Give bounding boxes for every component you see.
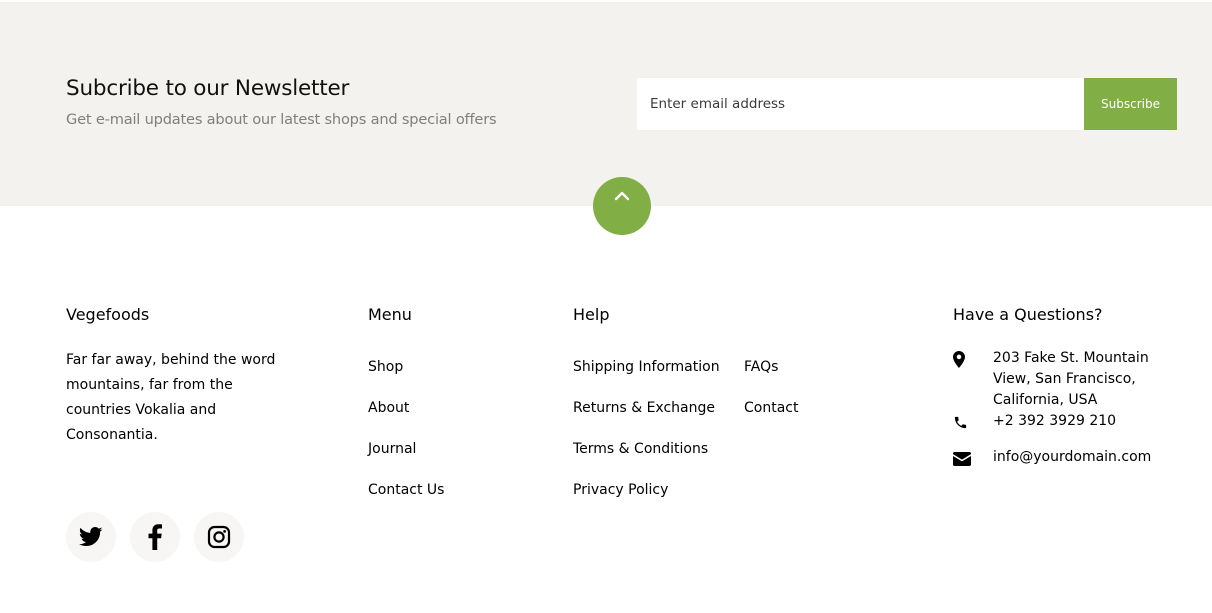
map-marker-icon bbox=[953, 351, 965, 368]
footer-menu-title: Menu bbox=[368, 305, 412, 324]
newsletter-form: Subscribe bbox=[637, 78, 1177, 130]
newsletter-subtitle: Get e-mail updates about our latest shop… bbox=[66, 111, 497, 128]
help-link-shipping-information[interactable]: Shipping Information bbox=[573, 359, 720, 375]
footer-contact-title: Have a Questions? bbox=[953, 305, 1103, 324]
menu-link-about[interactable]: About bbox=[368, 400, 409, 416]
contact-address: 203 Fake St. Mountain View, San Francisc… bbox=[953, 348, 1158, 411]
help-link-contact[interactable]: Contact bbox=[744, 400, 798, 416]
divider bbox=[0, 0, 1212, 2]
scroll-to-top-button[interactable] bbox=[593, 177, 651, 235]
footer-brand-description: Far far away, behind the word mountains,… bbox=[66, 352, 276, 443]
email-input[interactable] bbox=[637, 78, 1084, 130]
contact-phone-link[interactable]: +2 392 3929 210 bbox=[993, 411, 1173, 434]
envelope-icon bbox=[953, 452, 971, 466]
chevron-up-icon bbox=[614, 191, 630, 201]
twitter-link[interactable] bbox=[66, 512, 116, 562]
help-link-returns-exchange[interactable]: Returns & Exchange bbox=[573, 400, 715, 416]
contact-email-link[interactable]: info@yourdomain.com bbox=[993, 447, 1173, 470]
help-link-privacy-policy[interactable]: Privacy Policy bbox=[573, 482, 668, 498]
menu-link-journal[interactable]: Journal bbox=[368, 441, 416, 457]
menu-link-shop[interactable]: Shop bbox=[368, 359, 403, 375]
facebook-icon bbox=[148, 524, 162, 550]
twitter-icon bbox=[79, 527, 103, 546]
newsletter-section: Subcribe to our Newsletter Get e-mail up… bbox=[0, 0, 1212, 206]
help-link-terms-conditions[interactable]: Terms & Conditions bbox=[573, 441, 708, 457]
contact-email: info@yourdomain.com bbox=[953, 447, 1173, 470]
footer-brand-title: Vegefoods bbox=[66, 305, 150, 324]
facebook-link[interactable] bbox=[130, 512, 180, 562]
phone-icon bbox=[954, 416, 967, 429]
instagram-link[interactable] bbox=[194, 512, 244, 562]
contact-phone: +2 392 3929 210 bbox=[953, 411, 1173, 434]
contact-address-text: 203 Fake St. Mountain View, San Francisc… bbox=[993, 350, 1149, 408]
instagram-icon bbox=[207, 525, 231, 549]
menu-link-contact-us[interactable]: Contact Us bbox=[368, 482, 444, 498]
footer-help-title: Help bbox=[573, 305, 610, 324]
newsletter-title: Subcribe to our Newsletter bbox=[66, 76, 350, 101]
subscribe-button[interactable]: Subscribe bbox=[1084, 78, 1177, 130]
help-link-faqs[interactable]: FAQs bbox=[744, 359, 778, 375]
